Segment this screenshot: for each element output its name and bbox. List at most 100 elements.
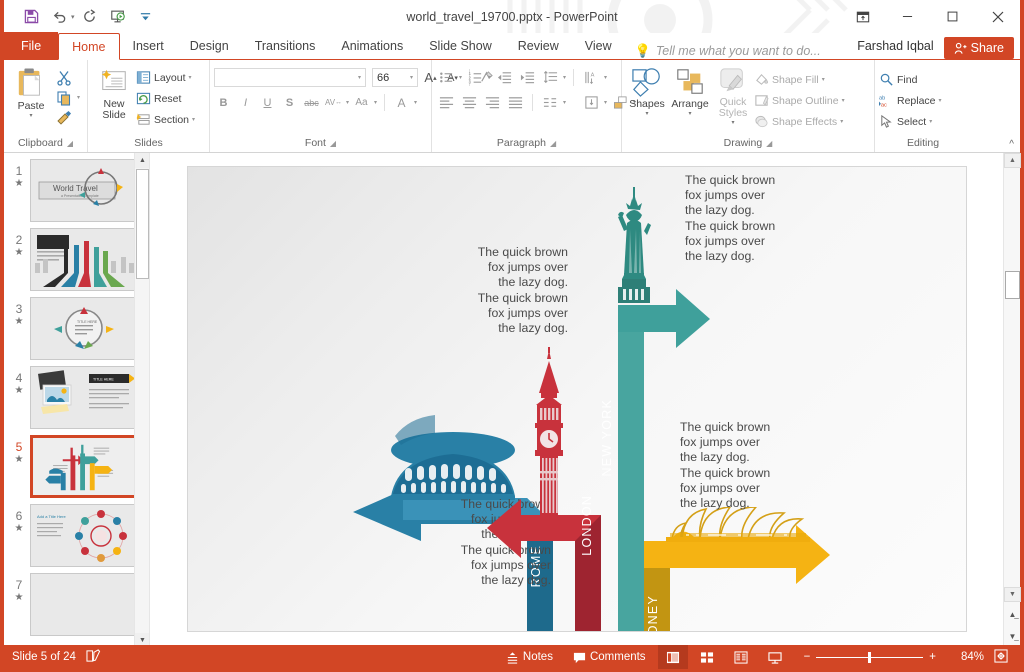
thumbnail-slide-3[interactable]: 3 ★ TITLE HERE (4, 291, 149, 360)
tab-file[interactable]: File (4, 32, 58, 59)
minimize-button[interactable] (885, 0, 930, 33)
font-color-icon[interactable]: A (392, 93, 411, 112)
section-dropdown-icon[interactable]: ▾ (192, 116, 195, 123)
thumbnail-scrollbar[interactable]: ▲ ▼ (134, 153, 149, 648)
slide-scrollbar[interactable]: ▲ ▼ ▲̲ ▼̲ (1003, 153, 1020, 648)
thumbnail-slide-4[interactable]: 4 ★ TITLE HERE (4, 360, 149, 429)
cut-icon[interactable] (54, 68, 74, 87)
thumbnail-scroll-thumb[interactable] (136, 169, 149, 279)
fit-slide-icon[interactable] (988, 649, 1014, 666)
slide-editing-area[interactable]: ROME The quick brown fox jumps over the … (188, 167, 966, 631)
font-size-input[interactable]: 66 ▾ (372, 68, 418, 87)
align-center-icon[interactable] (459, 93, 479, 112)
thumbnail-slide-1[interactable]: 1 ★ World Travel a Presentation Template (4, 153, 149, 222)
paste-dropdown-icon[interactable]: ▾ (29, 112, 32, 119)
clipboard-dialog-launcher-icon[interactable]: ◢ (67, 135, 73, 152)
thumbnail-slide-6[interactable]: 6 ★ Add a Title Here (4, 498, 149, 567)
shape-effects-dropdown-icon[interactable]: ▾ (840, 118, 843, 125)
numbering-icon[interactable]: 123 (465, 68, 485, 87)
text-direction-dropdown-icon[interactable]: ▾ (604, 74, 607, 81)
tab-transitions[interactable]: Transitions (242, 32, 329, 59)
tell-me-box[interactable]: 💡 Tell me what you want to do... (635, 43, 821, 59)
copy-icon[interactable] (54, 88, 74, 107)
quick-styles-dropdown-icon[interactable]: ▾ (731, 119, 734, 126)
text-shadow-icon[interactable]: S (280, 93, 299, 112)
find-label[interactable]: Find (897, 74, 917, 86)
section-label[interactable]: Section (154, 114, 189, 126)
reset-label[interactable]: Reset (154, 93, 181, 105)
drawing-dialog-launcher-icon[interactable]: ◢ (766, 135, 772, 152)
shape-outline-label[interactable]: Shape Outline (772, 95, 839, 107)
font-name-dropdown-icon[interactable]: ▾ (358, 74, 361, 81)
italic-icon[interactable]: I (236, 93, 255, 112)
replace-label[interactable]: Replace (897, 95, 936, 107)
line-spacing-icon[interactable] (540, 68, 560, 87)
slide-sorter-icon[interactable] (692, 645, 722, 669)
shapes-dropdown-icon[interactable]: ▾ (645, 110, 648, 117)
bullets-dropdown-icon[interactable]: ▾ (459, 74, 462, 81)
comments-button[interactable]: Comments (565, 645, 654, 669)
thumbnail-slide-2[interactable]: 2 ★ (4, 222, 149, 291)
slideshow-view-icon[interactable] (760, 645, 790, 669)
columns-dropdown-icon[interactable]: ▾ (563, 99, 566, 106)
paragraph-dialog-launcher-icon[interactable]: ◢ (550, 135, 556, 152)
align-right-icon[interactable] (482, 93, 502, 112)
zoom-level[interactable]: 84% (950, 651, 984, 663)
tab-home[interactable]: Home (58, 33, 119, 60)
replace-dropdown-icon[interactable]: ▾ (939, 97, 942, 104)
justify-icon[interactable] (505, 93, 525, 112)
font-dialog-launcher-icon[interactable]: ◢ (330, 135, 336, 152)
slide-indicator[interactable]: Slide 5 of 24 (12, 651, 76, 663)
tab-insert[interactable]: Insert (120, 32, 177, 59)
character-spacing-icon[interactable]: AV↔ (324, 93, 343, 112)
character-spacing-dropdown-icon[interactable]: ▾ (346, 99, 349, 106)
notes-language-icon[interactable] (86, 649, 101, 666)
bullets-icon[interactable] (436, 68, 456, 87)
font-size-dropdown-icon[interactable]: ▾ (410, 74, 413, 81)
shape-fill-label[interactable]: Shape Fill (772, 74, 819, 86)
new-slide-button[interactable]: New Slide (92, 65, 136, 121)
tab-slide-show[interactable]: Slide Show (416, 32, 505, 59)
scroll-down-icon[interactable]: ▼ (1004, 587, 1021, 602)
shape-effects-label[interactable]: Shape Effects (772, 116, 837, 128)
numbering-dropdown-icon[interactable]: ▾ (488, 74, 491, 81)
underline-icon[interactable]: U (258, 93, 277, 112)
reading-view-icon[interactable] (726, 645, 756, 669)
change-case-dropdown-icon[interactable]: ▾ (374, 99, 377, 106)
notes-button[interactable]: Notes (498, 645, 561, 669)
account-name[interactable]: Farshad Iqbal (857, 32, 943, 59)
layout-label[interactable]: Layout (154, 72, 186, 84)
previous-slide-icon[interactable]: ▲̲ (1004, 604, 1021, 624)
collapse-ribbon-icon[interactable]: ^ (1009, 139, 1014, 150)
arrange-dropdown-icon[interactable]: ▾ (688, 110, 691, 117)
format-painter-icon[interactable] (54, 108, 74, 127)
copy-dropdown-icon[interactable]: ▾ (77, 94, 80, 101)
close-button[interactable] (975, 0, 1020, 33)
line-spacing-dropdown-icon[interactable]: ▾ (563, 74, 566, 81)
font-name-input[interactable]: ▾ (214, 68, 366, 87)
zoom-in-button[interactable]: + (923, 651, 942, 663)
align-text-dropdown-icon[interactable]: ▾ (604, 99, 607, 106)
shape-fill-dropdown-icon[interactable]: ▾ (822, 76, 825, 83)
paste-button[interactable]: Paste ▾ (8, 65, 54, 119)
maximize-button[interactable] (930, 0, 975, 33)
zoom-out-button[interactable]: − (798, 651, 817, 663)
quick-styles-button[interactable]: Quick Styles ▾ (712, 65, 754, 126)
normal-view-icon[interactable] (658, 645, 688, 669)
thumbnail-scroll-up-icon[interactable]: ▲ (135, 153, 150, 168)
layout-dropdown-icon[interactable]: ▾ (189, 74, 192, 81)
ribbon-display-options-icon[interactable] (840, 0, 885, 33)
share-button[interactable]: Share (944, 37, 1014, 59)
tab-design[interactable]: Design (177, 32, 242, 59)
font-color-dropdown-icon[interactable]: ▾ (414, 99, 417, 106)
newyork-body-text[interactable]: The quick brown fox jumps over the lazy … (685, 173, 860, 264)
select-dropdown-icon[interactable]: ▾ (929, 118, 932, 125)
tab-view[interactable]: View (572, 32, 625, 59)
london-body-text[interactable]: The quick brown fox jumps over the lazy … (393, 245, 568, 336)
next-slide-icon[interactable]: ▼̲ (1004, 626, 1021, 646)
scroll-thumb[interactable] (1005, 271, 1020, 299)
select-label[interactable]: Select (897, 116, 926, 128)
change-case-icon[interactable]: Aa (352, 93, 371, 112)
bold-icon[interactable]: B (214, 93, 233, 112)
decrease-indent-icon[interactable] (494, 68, 514, 87)
